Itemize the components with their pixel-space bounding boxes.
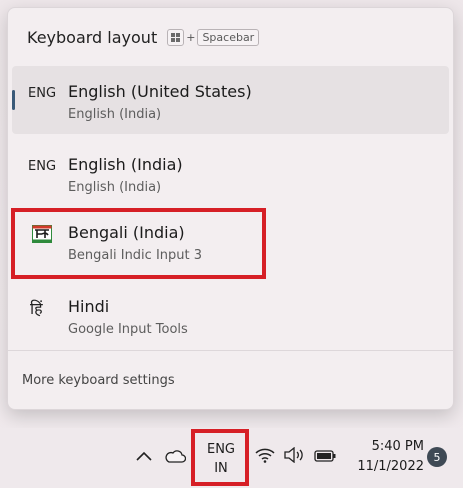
layout-item-bengali-india[interactable]: Bengali (India) Bengali Indic Input 3 <box>12 207 449 275</box>
selected-indicator <box>12 90 15 110</box>
layout-sub: English (India) <box>68 180 162 195</box>
hindi-script-icon: हिं <box>30 299 43 318</box>
chevron-up-icon[interactable] <box>134 446 154 466</box>
battery-icon[interactable] <box>313 446 337 466</box>
system-clock[interactable]: 5:40 PM 11/1/2022 <box>352 437 424 477</box>
flyout-header: Keyboard layout + Spacebar <box>8 8 453 66</box>
layout-code: ENG <box>28 159 57 174</box>
layout-name: English (India) <box>68 155 183 174</box>
layout-code: ENG <box>28 86 57 101</box>
layout-sub: English (India) <box>68 107 162 122</box>
more-keyboard-settings-link[interactable]: More keyboard settings <box>22 373 175 388</box>
layout-item-hindi[interactable]: हिं Hindi Google Input Tools <box>12 281 449 349</box>
notification-count-badge[interactable]: 5 <box>427 447 447 467</box>
language-region: IN <box>214 461 228 476</box>
windows-key-icon <box>167 28 185 46</box>
layout-sub: Bengali Indic Input 3 <box>68 248 203 263</box>
keyboard-layout-flyout: Keyboard layout + Spacebar ENG English (… <box>7 7 454 410</box>
volume-icon[interactable] <box>283 445 305 465</box>
layout-item-english-india[interactable]: ENG English (India) English (India) <box>12 139 449 207</box>
spacebar-key: Spacebar <box>197 28 260 46</box>
layout-sub: Google Input Tools <box>68 322 188 337</box>
taskbar: ENG IN 5:40 PM 11/1/2022 5 <box>0 428 463 488</box>
layout-item-english-us[interactable]: ENG English (United States) English (Ind… <box>12 66 449 134</box>
bengali-indic-input-icon <box>32 225 52 243</box>
clock-time: 5:40 PM <box>371 439 424 454</box>
onedrive-cloud-icon[interactable] <box>163 446 187 466</box>
footer-divider <box>8 350 453 351</box>
keyboard-shortcut-hint: + Spacebar <box>167 28 260 46</box>
language-indicator-button[interactable]: ENG IN <box>196 436 246 484</box>
layout-name: Hindi <box>68 297 110 316</box>
shortcut-plus: + <box>186 30 196 44</box>
layout-name: English (United States) <box>68 82 252 101</box>
clock-date: 11/1/2022 <box>357 459 424 474</box>
layout-name: Bengali (India) <box>68 223 185 242</box>
language-code: ENG <box>206 442 235 457</box>
wifi-icon[interactable] <box>254 445 276 465</box>
flyout-title: Keyboard layout <box>27 27 158 47</box>
